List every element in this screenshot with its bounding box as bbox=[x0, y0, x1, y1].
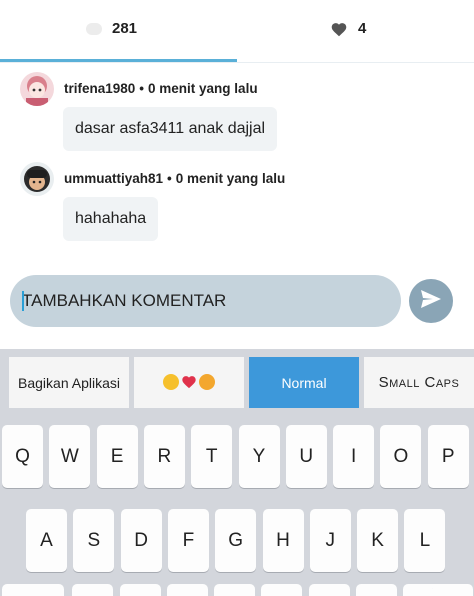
key-k[interactable]: K bbox=[357, 509, 399, 572]
share-app-button[interactable]: Bagikan Aplikasi bbox=[9, 357, 129, 408]
avatar[interactable] bbox=[20, 162, 54, 196]
key-partial[interactable] bbox=[261, 584, 302, 596]
key-l[interactable]: L bbox=[404, 509, 446, 572]
key-e[interactable]: E bbox=[96, 425, 138, 488]
key-w[interactable]: W bbox=[49, 425, 91, 488]
separator-dot: • bbox=[167, 171, 172, 186]
avatar[interactable] bbox=[20, 72, 54, 106]
text-cursor bbox=[22, 291, 24, 311]
key-partial[interactable] bbox=[167, 584, 208, 596]
key-s[interactable]: S bbox=[73, 509, 115, 572]
comment-meta: trifena1980 • 0 menit yang lalu bbox=[64, 81, 258, 96]
normal-font-button[interactable]: Normal bbox=[249, 357, 359, 408]
key-y[interactable]: Y bbox=[238, 425, 280, 488]
key-partial[interactable] bbox=[72, 584, 113, 596]
key-a[interactable]: A bbox=[26, 509, 67, 572]
key-g[interactable]: G bbox=[215, 509, 257, 572]
key-partial[interactable] bbox=[432, 584, 473, 596]
key-d[interactable]: D bbox=[120, 509, 162, 572]
key-partial[interactable] bbox=[309, 584, 350, 596]
comment-count: 281 bbox=[112, 20, 138, 37]
heart-icon bbox=[330, 21, 348, 37]
key-partial[interactable] bbox=[120, 584, 161, 596]
key-o[interactable]: O bbox=[380, 425, 422, 488]
divider bbox=[0, 62, 474, 63]
key-h[interactable]: H bbox=[262, 509, 304, 572]
heart-emoji-icon bbox=[181, 374, 197, 392]
send-button[interactable] bbox=[409, 279, 453, 323]
keyboard-options-bar: Bagikan Aplikasi Normal Small Caps bbox=[0, 349, 474, 414]
key-p[interactable]: P bbox=[427, 425, 469, 488]
comment-text: dasar asfa3411 anak dajjal bbox=[63, 107, 278, 151]
key-q[interactable]: Q bbox=[2, 425, 43, 488]
comment-meta: ummuattiyah81 • 0 menit yang lalu bbox=[64, 171, 285, 186]
timestamp: 0 menit yang lalu bbox=[148, 81, 258, 96]
key-f[interactable]: F bbox=[167, 509, 209, 572]
comments-tab[interactable]: 281 bbox=[86, 20, 137, 37]
comment-composer bbox=[10, 275, 401, 327]
key-partial[interactable] bbox=[2, 584, 64, 596]
emoji-icon bbox=[163, 373, 215, 392]
comment-input[interactable] bbox=[22, 287, 392, 315]
key-partial[interactable] bbox=[214, 584, 255, 596]
key-u[interactable]: U bbox=[285, 425, 327, 488]
small-caps-button[interactable]: Small Caps bbox=[364, 357, 474, 408]
likes-tab[interactable]: 4 bbox=[330, 20, 366, 37]
comment-text: hahahaha bbox=[63, 197, 159, 241]
comment-bubble-icon bbox=[86, 22, 102, 35]
emoji-button[interactable] bbox=[134, 357, 244, 408]
username[interactable]: trifena1980 bbox=[64, 81, 135, 96]
key-r[interactable]: R bbox=[143, 425, 185, 488]
username[interactable]: ummuattiyah81 bbox=[64, 171, 163, 186]
key-j[interactable]: J bbox=[309, 509, 351, 572]
like-count: 4 bbox=[358, 20, 367, 37]
key-partial[interactable] bbox=[356, 584, 397, 596]
key-t[interactable]: T bbox=[191, 425, 233, 488]
send-arrow-icon bbox=[419, 288, 443, 315]
separator-dot: • bbox=[139, 81, 145, 96]
timestamp: 0 menit yang lalu bbox=[175, 171, 286, 186]
key-i[interactable]: I bbox=[333, 425, 375, 488]
stats-bar: 281 4 bbox=[0, 0, 474, 63]
